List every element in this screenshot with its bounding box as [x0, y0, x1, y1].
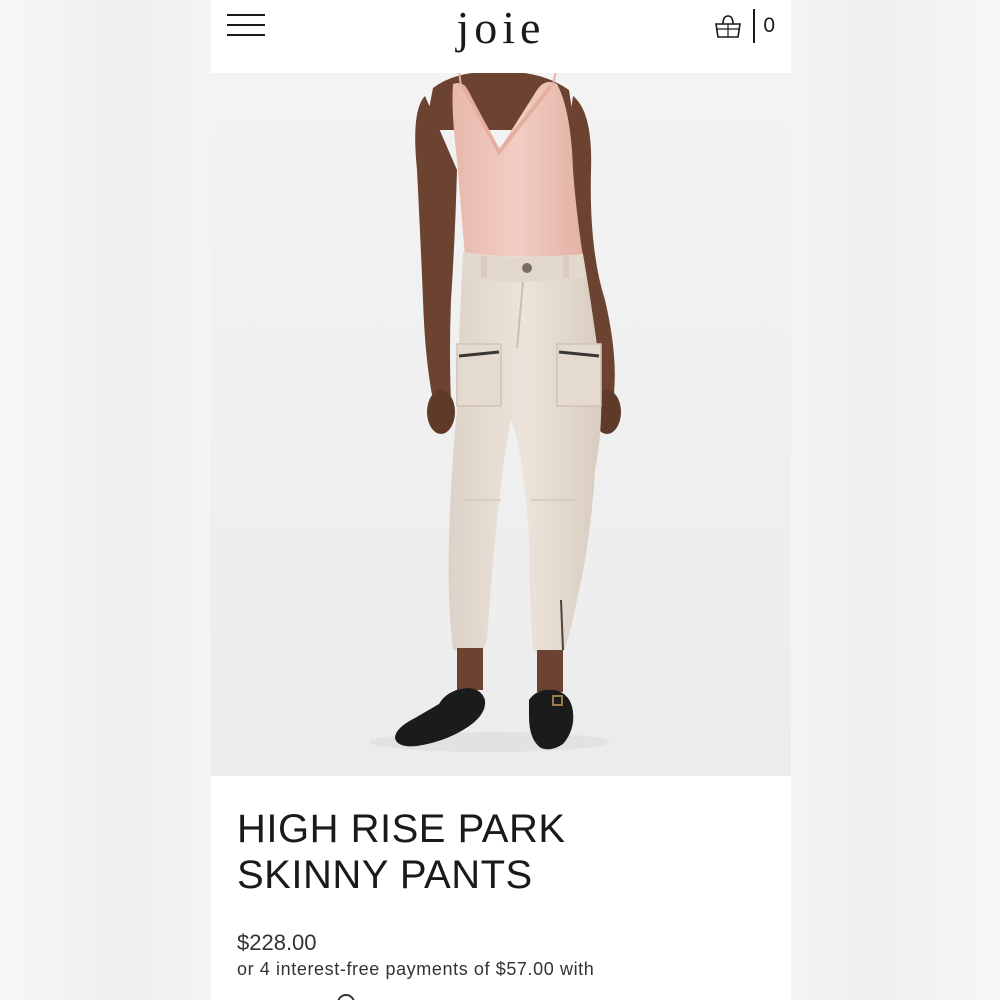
cart-count: 0 — [763, 14, 775, 37]
payment-provider-logo[interactable] — [337, 994, 355, 1000]
backdrop-left — [0, 0, 210, 1000]
model-illustration — [211, 0, 791, 776]
product-title-line2: SKINNY PANTS — [237, 853, 533, 897]
product-info: HIGH RISE PARK SKINNY PANTS $228.00 or 4… — [211, 776, 791, 1000]
product-image[interactable] — [211, 0, 791, 776]
product-title: HIGH RISE PARK SKINNY PANTS — [237, 806, 757, 898]
shopping-bag-icon — [715, 15, 742, 38]
brand-logo[interactable]: joie — [211, 0, 791, 56]
product-page: joie 0 HIGH RISE PARK SKINNY PANTS $228.… — [211, 0, 791, 1000]
product-title-line1: HIGH RISE PARK — [237, 807, 566, 851]
cart-divider — [753, 9, 756, 43]
site-header: joie 0 — [211, 0, 791, 73]
backdrop-right — [790, 0, 1000, 1000]
cart-button[interactable]: 0 — [713, 8, 775, 44]
product-price: $228.00 — [237, 930, 317, 955]
installment-info: or 4 interest-free payments of $57.00 wi… — [237, 959, 595, 979]
